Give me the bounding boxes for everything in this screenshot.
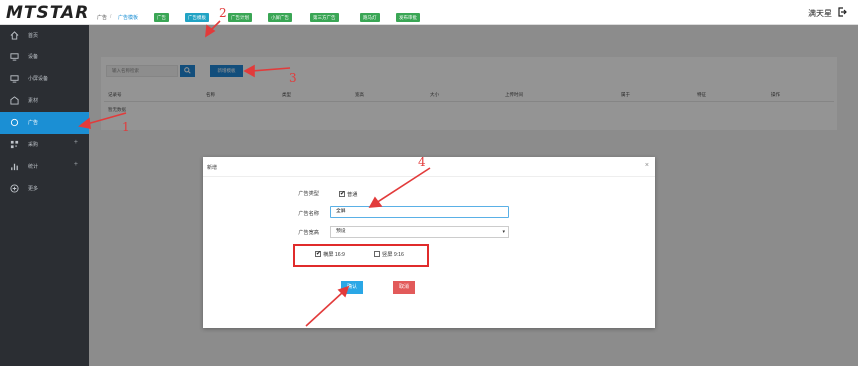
- annotation-4: 4: [418, 155, 426, 169]
- annotation-1: 1: [122, 120, 130, 134]
- annotation-arrows: [78, 20, 431, 327]
- annotation-3: 3: [289, 71, 297, 85]
- annotation-2: 2: [219, 6, 227, 20]
